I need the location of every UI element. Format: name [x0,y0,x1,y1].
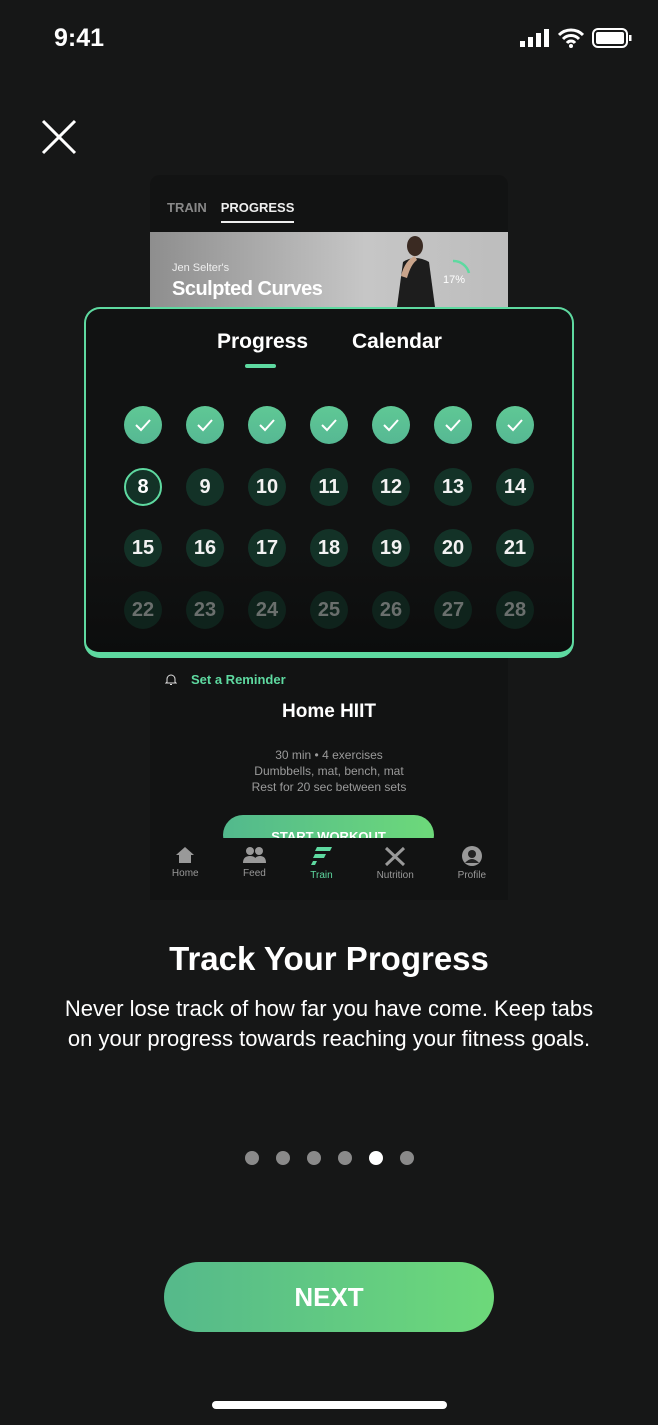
set-reminder-link: Set a Reminder [165,672,286,687]
signal-icon [520,29,549,47]
wifi-icon [558,28,584,48]
page-dot [338,1151,352,1165]
day-completed[interactable] [186,406,224,444]
workout-detail: Rest for 20 sec between sets [251,780,407,794]
day[interactable]: 11 [310,468,348,506]
onboarding-title: Track Your Progress [169,940,489,977]
workout-title: Home HIIT [282,701,376,722]
banner-title: Sculpted Curves [172,278,323,300]
check-icon [507,419,523,432]
day[interactable]: 27 [434,591,472,629]
day-completed[interactable] [496,406,534,444]
banner-subtitle: Jen Selter's [172,262,230,274]
page-dot [276,1151,290,1165]
day[interactable]: 17 [248,529,286,567]
nav-label: Feed [243,868,266,879]
day-completed[interactable] [248,406,286,444]
program-banner: Jen Selter's Sculpted Curves 17% [150,232,508,307]
check-icon [383,419,399,432]
nav-label: Train [310,870,333,881]
check-icon [321,419,337,432]
day[interactable]: 12 [372,468,410,506]
home-indicator [212,1401,447,1409]
train-logo-icon [310,847,332,865]
day[interactable]: 21 [496,529,534,567]
day[interactable]: 16 [186,529,224,567]
nav-home: Home [172,846,199,900]
day-completed[interactable] [434,406,472,444]
day[interactable]: 22 [124,591,162,629]
nav-train: Train [310,846,333,900]
day[interactable]: 26 [372,591,410,629]
preview-tab-train: TRAIN [167,200,207,215]
day-today[interactable]: 8 [124,468,162,506]
day-completed[interactable] [372,406,410,444]
page-indicator [245,1151,414,1165]
day-completed[interactable] [124,406,162,444]
tab-progress[interactable]: Progress [217,330,308,354]
nav-nutrition: Nutrition [377,846,414,900]
day-completed[interactable] [310,406,348,444]
active-tab-indicator [245,364,276,368]
nav-profile: Profile [458,846,486,900]
nav-feed: Feed [242,846,267,900]
day[interactable]: 24 [248,591,286,629]
preview-tab-bar: Home Feed Train Nutrition Profile [150,838,508,900]
fork-knife-icon [385,846,406,866]
day[interactable]: 20 [434,529,472,567]
check-icon [445,419,461,432]
day[interactable]: 19 [372,529,410,567]
nav-label: Profile [457,870,487,881]
battery-icon [592,28,632,48]
status-time: 9:41 [54,24,105,52]
day[interactable]: 18 [310,529,348,567]
bell-icon [165,674,177,685]
nav-label: Home [171,868,199,879]
people-icon [243,847,267,863]
day[interactable]: 14 [496,468,534,506]
nav-label: Nutrition [376,870,414,881]
check-icon [197,419,213,432]
profile-icon [461,846,482,866]
day[interactable]: 25 [310,591,348,629]
page-dot [307,1151,321,1165]
day[interactable]: 23 [186,591,224,629]
day[interactable]: 10 [248,468,286,506]
reminder-label: Set a Reminder [191,672,286,687]
page-dot [369,1151,383,1165]
day[interactable]: 15 [124,529,162,567]
day[interactable]: 13 [434,468,472,506]
check-icon [259,419,275,432]
check-icon [135,419,151,432]
workout-details: 30 min • 4 exercises Dumbbells, mat, ben… [150,747,508,795]
next-button[interactable]: NEXT [164,1262,494,1332]
onboarding-body: Never lose track of how far you have com… [64,996,594,1051]
page-dot [245,1151,259,1165]
banner-progress: 17% [443,274,466,286]
workout-detail: 30 min • 4 exercises [275,748,383,762]
tab-calendar[interactable]: Calendar [352,330,442,354]
day[interactable]: 9 [186,468,224,506]
workout-detail: Dumbbells, mat, bench, mat [254,764,404,778]
close-icon[interactable] [40,118,78,156]
preview-tab-progress: PROGRESS [220,200,295,223]
status-icons [520,28,632,48]
day[interactable]: 28 [496,591,534,629]
home-icon [176,847,195,863]
page-dot [400,1151,414,1165]
